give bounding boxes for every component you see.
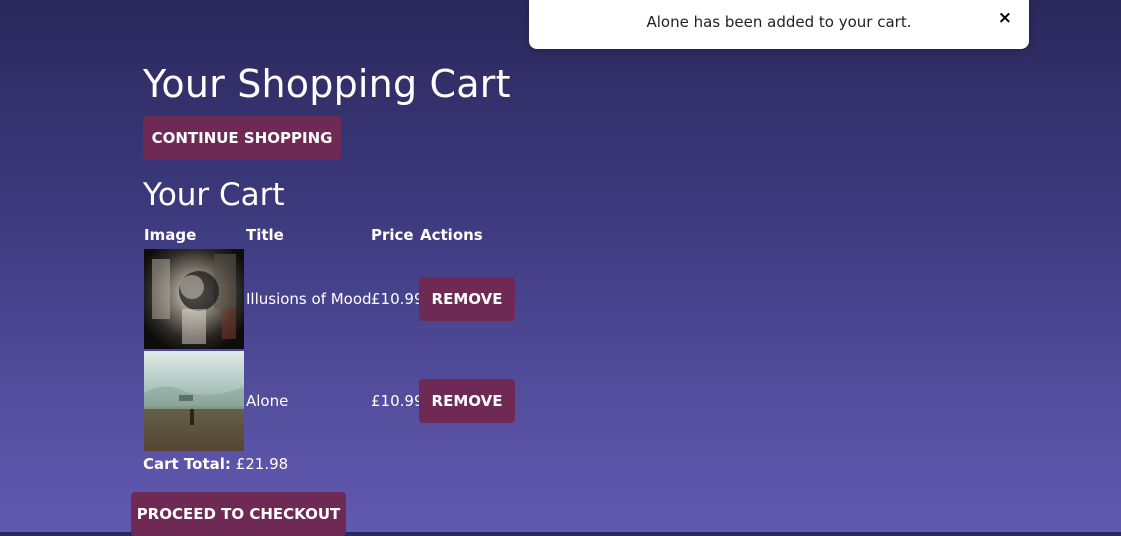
- product-image-illusions-of-mood: [144, 249, 244, 349]
- cart-total-value: £21.98: [235, 455, 289, 473]
- column-header-price: Price: [371, 226, 414, 244]
- item-title-alone: Alone: [246, 392, 289, 410]
- page-title: Your Shopping Cart: [143, 62, 511, 106]
- item-price-alone: £10.99: [371, 392, 424, 410]
- product-image-alone: [144, 351, 244, 451]
- toast-message: Alone has been added to your cart.: [646, 13, 912, 31]
- item-title-illusions-of-mood: Illusions of Mood: [246, 290, 372, 308]
- column-header-actions: Actions: [420, 226, 483, 244]
- cart-heading: Your Cart: [143, 177, 285, 213]
- column-header-image: Image: [144, 226, 197, 244]
- remove-button-alone[interactable]: REMOVE: [419, 379, 515, 423]
- cart-total-label: Cart Total:: [143, 455, 231, 473]
- close-icon[interactable]: ×: [998, 8, 1012, 28]
- notification-toast: Alone has been added to your cart. ×: [529, 0, 1029, 49]
- continue-shopping-button[interactable]: CONTINUE SHOPPING: [143, 116, 341, 160]
- item-price-illusions-of-mood: £10.99: [371, 290, 424, 308]
- remove-button-illusions-of-mood[interactable]: REMOVE: [419, 277, 515, 321]
- column-header-title: Title: [246, 226, 284, 244]
- cart-total: Cart Total: £21.98: [143, 455, 288, 473]
- proceed-to-checkout-button[interactable]: PROCEED TO CHECKOUT: [131, 492, 346, 536]
